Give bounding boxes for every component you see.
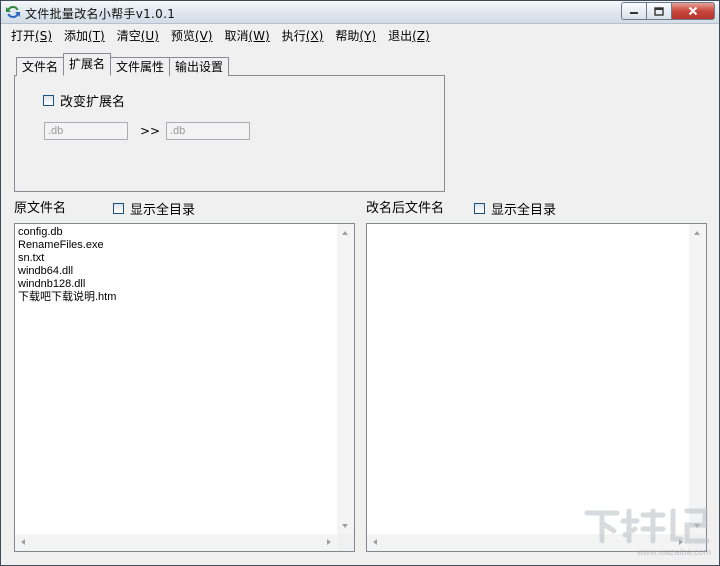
menu-add[interactable]: 添加(T) (58, 26, 111, 46)
renamed-show-full-dir-label: 显示全目录 (491, 203, 557, 218)
list-item[interactable]: windnb128.dll (18, 278, 116, 291)
tab-extension[interactable]: 扩展名 (63, 53, 112, 76)
watermark-logo: www.xiazaiba.com (581, 505, 711, 557)
change-extension-label: 改变扩展名 (60, 95, 126, 110)
original-files-label: 原文件名 (14, 201, 67, 216)
menu-accel: (V) (194, 29, 213, 43)
scroll-down-arrow-icon[interactable] (342, 524, 348, 528)
source-extension-input[interactable]: .db (44, 122, 128, 140)
original-show-full-dir-label: 显示全目录 (130, 203, 196, 218)
close-button[interactable] (671, 2, 715, 20)
menu-accel: (T) (88, 29, 105, 43)
renamed-show-full-dir-checkbox[interactable] (474, 203, 485, 214)
renamed-show-full-dir-option[interactable]: 显示全目录 (474, 199, 556, 218)
watermark-url: www.xiazaiba.com (636, 547, 711, 557)
target-extension-input[interactable]: .db (166, 122, 250, 140)
tab-file-attributes[interactable]: 文件属性 (110, 57, 171, 76)
menu-preview[interactable]: 预览(V) (165, 26, 219, 46)
menu-label: 取消 (224, 29, 249, 43)
menu-label: 执行 (281, 29, 306, 43)
renamed-files-label: 改名后文件名 (366, 201, 445, 216)
app-window: 文件批量改名小帮手v1.0.1 打开(S) 添加(T) 清空(U) 预览(V) … (0, 0, 720, 566)
scroll-up-arrow-icon[interactable] (342, 231, 348, 235)
menu-accel: (Z) (412, 29, 430, 43)
scroll-left-arrow-icon[interactable] (21, 539, 25, 545)
tab-filename[interactable]: 文件名 (16, 57, 65, 76)
original-show-full-dir-option[interactable]: 显示全目录 (113, 199, 195, 218)
minimize-icon (630, 12, 638, 14)
list-item[interactable]: 下载吧下载说明.htm (18, 291, 116, 304)
vertical-scrollbar[interactable] (689, 224, 706, 534)
menu-accel: (U) (140, 29, 159, 43)
menu-execute[interactable]: 执行(X) (276, 26, 330, 46)
tab-output-settings[interactable]: 输出设置 (169, 57, 230, 76)
menu-label: 帮助 (335, 29, 360, 43)
menu-help[interactable]: 帮助(Y) (329, 26, 382, 46)
menu-accel: (Y) (359, 29, 377, 43)
change-extension-checkbox[interactable] (43, 95, 54, 106)
close-icon (688, 6, 698, 16)
maximize-icon (654, 6, 664, 16)
maximize-button[interactable] (646, 2, 671, 20)
menu-label: 退出 (388, 29, 413, 43)
list-item[interactable]: config.db (18, 226, 116, 239)
original-show-full-dir-checkbox[interactable] (113, 203, 124, 214)
menu-clear[interactable]: 清空(U) (111, 26, 165, 46)
menu-accel: (X) (305, 29, 324, 43)
vertical-scrollbar[interactable] (337, 224, 354, 534)
original-files-items: config.db RenameFiles.exe sn.txt windb64… (18, 226, 116, 304)
original-files-list[interactable]: config.db RenameFiles.exe sn.txt windb64… (14, 223, 355, 552)
scroll-corner (337, 534, 354, 551)
watermark-logo-icon (584, 508, 710, 544)
list-item[interactable]: sn.txt (18, 252, 116, 265)
list-item[interactable]: windb64.dll (18, 265, 116, 278)
menu-exit[interactable]: 退出(Z) (382, 26, 436, 46)
menu-label: 清空 (116, 29, 141, 43)
menu-label: 打开 (11, 29, 36, 43)
menu-label: 添加 (64, 29, 89, 43)
change-extension-option[interactable]: 改变扩展名 (43, 91, 125, 110)
window-title: 文件批量改名小帮手v1.0.1 (25, 7, 176, 21)
scroll-left-arrow-icon[interactable] (373, 539, 377, 545)
horizontal-scrollbar[interactable] (15, 534, 337, 551)
app-refresh-icon (6, 5, 21, 19)
menu-open[interactable]: 打开(S) (5, 26, 58, 46)
menu-accel: (S) (35, 29, 52, 43)
menu-cancel[interactable]: 取消(W) (218, 26, 275, 46)
list-item[interactable]: RenameFiles.exe (18, 239, 116, 252)
scroll-up-arrow-icon[interactable] (694, 231, 700, 235)
renamed-files-list[interactable] (366, 223, 707, 552)
menu-bar: 打开(S) 添加(T) 清空(U) 预览(V) 取消(W) 执行(X) 帮助(Y… (1, 25, 719, 47)
tab-strip: 文件名 扩展名 文件属性 输出设置 (16, 53, 230, 76)
title-bar[interactable]: 文件批量改名小帮手v1.0.1 (1, 1, 719, 24)
minimize-button[interactable] (621, 2, 646, 20)
menu-label: 预览 (170, 29, 195, 43)
scroll-right-arrow-icon[interactable] (327, 539, 331, 545)
window-controls (621, 2, 715, 20)
menu-accel: (W) (248, 29, 270, 43)
arrow-label: >> (140, 124, 161, 138)
